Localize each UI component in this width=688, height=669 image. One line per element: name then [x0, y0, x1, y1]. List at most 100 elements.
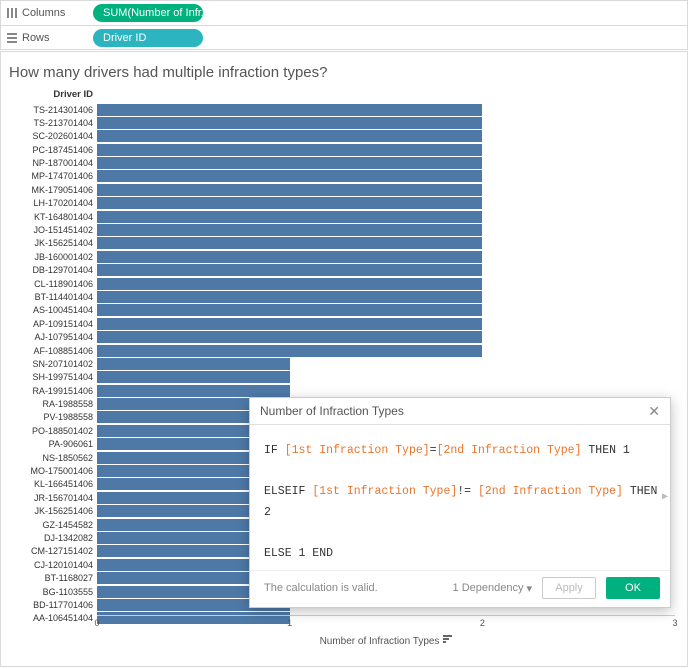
row-field-header[interactable]: Driver ID — [9, 89, 97, 100]
dependencies-dropdown[interactable]: 1 Dependency ▾ — [453, 582, 532, 595]
bar-track — [97, 210, 675, 223]
bar-label[interactable]: AF-108851406 — [9, 346, 97, 356]
expand-right-icon[interactable]: ▶ — [662, 489, 668, 507]
bar-fill[interactable] — [97, 224, 482, 236]
bar-fill[interactable] — [97, 130, 482, 142]
bar-label[interactable]: PC-187451406 — [9, 145, 97, 155]
bar-fill[interactable] — [97, 264, 482, 276]
bar-label[interactable]: JK-156251406 — [9, 506, 97, 516]
bar-label[interactable]: JR-156701404 — [9, 493, 97, 503]
bar-label[interactable]: PO-188501402 — [9, 426, 97, 436]
bar-label[interactable]: MP-174701406 — [9, 171, 97, 181]
bar-track — [97, 357, 675, 370]
bar-fill[interactable] — [97, 331, 482, 343]
bar-fill[interactable] — [97, 304, 482, 316]
bar-fill[interactable] — [97, 278, 482, 290]
bar-track — [97, 317, 675, 330]
bar-label[interactable]: MK-179051406 — [9, 185, 97, 195]
bar-label[interactable]: JB-160001402 — [9, 252, 97, 262]
columns-shelf-label: Columns — [7, 7, 85, 19]
bar-track — [97, 250, 675, 263]
bar-label[interactable]: MO-175001406 — [9, 466, 97, 476]
bar-row: BT-114401404 — [9, 290, 675, 303]
bar-fill[interactable] — [97, 385, 290, 397]
bar-label[interactable]: GZ-1454582 — [9, 520, 97, 530]
bar-label[interactable]: DJ-1342082 — [9, 533, 97, 543]
bar-label[interactable]: TS-213701404 — [9, 118, 97, 128]
bar-row: KT-164801404 — [9, 210, 675, 223]
bar-label[interactable]: AS-100451404 — [9, 305, 97, 315]
bar-label[interactable]: AP-109151404 — [9, 319, 97, 329]
bar-row: AJ-107951404 — [9, 331, 675, 344]
rows-shelf[interactable]: Rows Driver ID — [0, 25, 688, 50]
bar-row: AF-108851406 — [9, 344, 675, 357]
bar-label[interactable]: RA-199151406 — [9, 386, 97, 396]
bar-row: JB-160001402 — [9, 250, 675, 263]
bar-fill[interactable] — [97, 371, 290, 383]
bar-fill[interactable] — [97, 197, 482, 209]
bar-label[interactable]: PA-906061 — [9, 439, 97, 449]
bar-label[interactable]: CJ-120101404 — [9, 560, 97, 570]
x-axis[interactable]: 0 1 2 3 — [97, 615, 675, 631]
bar-fill[interactable] — [97, 318, 482, 330]
columns-shelf[interactable]: Columns SUM(Number of Infr.. — [0, 0, 688, 25]
bar-label[interactable]: JO-151451402 — [9, 225, 97, 235]
calc-status-text: The calculation is valid. — [264, 582, 443, 594]
calc-code-editor[interactable]: IF [1st Infraction Type]=[2nd Infraction… — [250, 425, 670, 570]
bar-label[interactable]: AA-106451404 — [9, 613, 97, 623]
dialog-header[interactable]: Number of Infraction Types ✕ — [250, 398, 670, 425]
bar-label[interactable]: KL-166451406 — [9, 479, 97, 489]
dialog-footer: The calculation is valid. 1 Dependency ▾… — [250, 570, 670, 607]
close-icon[interactable]: ✕ — [648, 404, 660, 418]
bar-label[interactable]: NS-1850562 — [9, 453, 97, 463]
bar-fill[interactable] — [97, 157, 482, 169]
bar-label[interactable]: BT-1168027 — [9, 573, 97, 583]
bar-fill[interactable] — [97, 104, 482, 116]
bar-row: TS-213701404 — [9, 116, 675, 129]
bar-label[interactable]: BG-1103555 — [9, 587, 97, 597]
bar-label[interactable]: SH-199751404 — [9, 372, 97, 382]
bar-label[interactable]: PV-1988558 — [9, 412, 97, 422]
bar-label[interactable]: CL-118901406 — [9, 279, 97, 289]
pill-sum-infraction-types[interactable]: SUM(Number of Infr.. — [93, 4, 203, 22]
bar-label[interactable]: BD-117701406 — [9, 600, 97, 610]
bar-fill[interactable] — [97, 345, 482, 357]
bar-label[interactable]: KT-164801404 — [9, 212, 97, 222]
bar-fill[interactable] — [97, 291, 482, 303]
bar-label[interactable]: JK-156251404 — [9, 238, 97, 248]
bar-row: LH-170201404 — [9, 197, 675, 210]
rows-icon — [7, 33, 17, 43]
bar-fill[interactable] — [97, 117, 482, 129]
bar-fill[interactable] — [97, 251, 482, 263]
bar-label[interactable]: DB-129701404 — [9, 265, 97, 275]
bar-label[interactable]: CM-127151402 — [9, 546, 97, 556]
bar-label[interactable]: SC-202601404 — [9, 131, 97, 141]
bar-track — [97, 237, 675, 250]
bar-label[interactable]: BT-114401404 — [9, 292, 97, 302]
code-line: ELSE 1 END — [264, 544, 658, 565]
bar-label[interactable]: TS-214301406 — [9, 105, 97, 115]
sort-descending-icon[interactable] — [443, 635, 452, 647]
chevron-down-icon: ▾ — [526, 582, 532, 595]
x-axis-title[interactable]: Number of Infraction Types — [320, 636, 440, 647]
pill-label: Driver ID — [103, 32, 146, 44]
bar-fill[interactable] — [97, 237, 482, 249]
bar-row: CL-118901406 — [9, 277, 675, 290]
bar-fill[interactable] — [97, 358, 290, 370]
bar-label[interactable]: NP-187001404 — [9, 158, 97, 168]
bar-label[interactable]: LH-170201404 — [9, 198, 97, 208]
bar-label[interactable]: AJ-107951404 — [9, 332, 97, 342]
bar-label[interactable]: SN-207101402 — [9, 359, 97, 369]
bar-fill[interactable] — [97, 170, 482, 182]
bar-fill[interactable] — [97, 144, 482, 156]
bar-fill[interactable] — [97, 211, 482, 223]
pill-driver-id[interactable]: Driver ID — [93, 29, 203, 47]
x-axis-title-wrap: Number of Infraction Types — [97, 635, 675, 647]
bar-fill[interactable] — [97, 184, 482, 196]
apply-button[interactable]: Apply — [542, 577, 596, 599]
bar-label[interactable]: RA-1988558 — [9, 399, 97, 409]
bar-row: JO-151451402 — [9, 224, 675, 237]
ok-button[interactable]: OK — [606, 577, 660, 599]
rows-shelf-label: Rows — [7, 32, 85, 44]
bar-track — [97, 290, 675, 303]
